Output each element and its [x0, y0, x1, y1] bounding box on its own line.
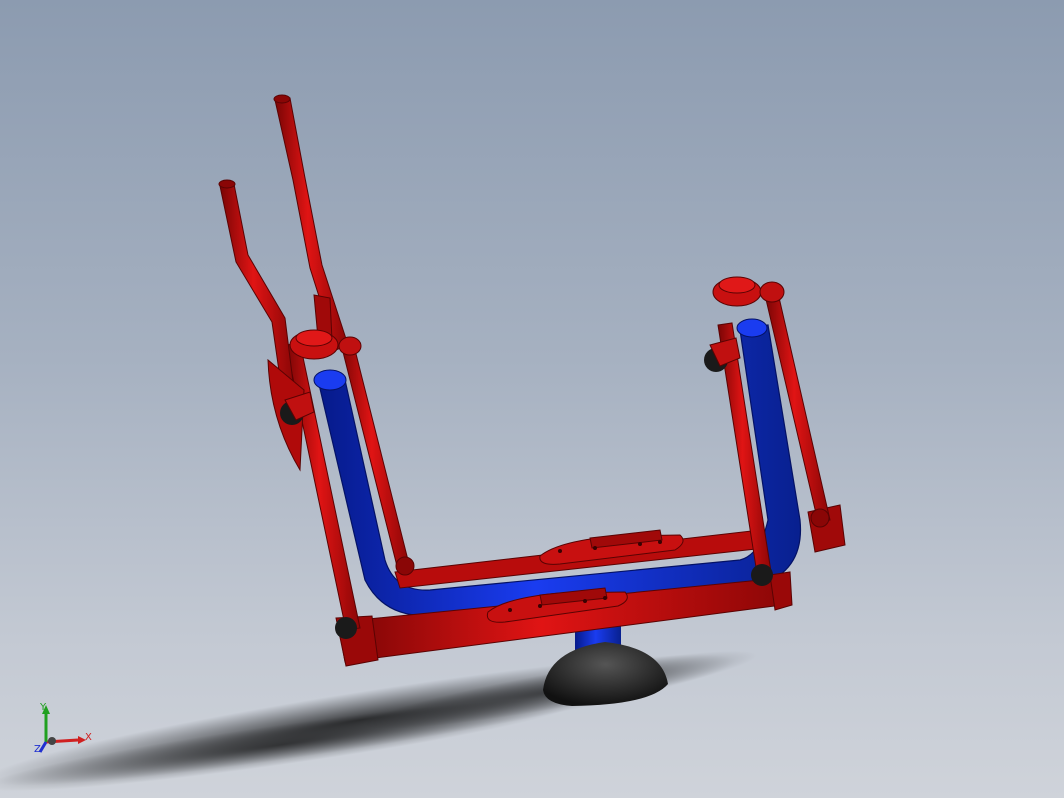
y-axis-label: Y [39, 702, 47, 713]
axis-triad: X Y Z [34, 702, 92, 755]
cad-viewport[interactable]: X Y Z [0, 0, 1064, 798]
model-render[interactable] [0, 0, 1064, 798]
z-axis-line [38, 741, 48, 753]
base-dome [543, 625, 668, 706]
x-axis-label: X [85, 732, 92, 743]
z-axis-label: Z [34, 744, 41, 755]
triad-origin [48, 737, 56, 745]
